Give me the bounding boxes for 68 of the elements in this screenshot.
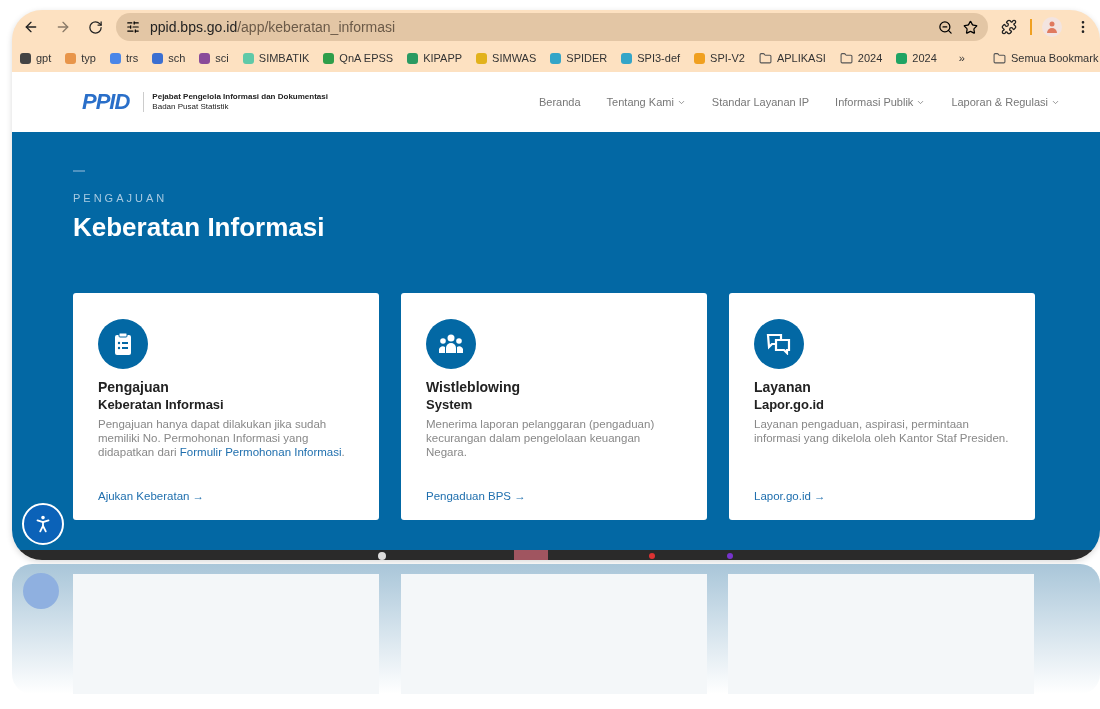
bookmark-label: SPIDER (566, 52, 608, 64)
bookmark-label: gpt (36, 52, 52, 64)
site-logo[interactable]: PPID (82, 89, 130, 115)
bookmark-label: SPI-V2 (710, 52, 745, 64)
bookmark[interactable]: APLIKASI (758, 51, 826, 65)
nav-link[interactable]: Tentang Kami (606, 96, 686, 108)
card-title: Layanan (754, 379, 812, 395)
bookmark[interactable]: KIPAPP (407, 52, 463, 64)
bookmark[interactable]: SIMWAS (476, 52, 537, 64)
nav-link[interactable]: Beranda (539, 96, 581, 108)
form-link[interactable]: Formulir Permohonan Informasi (179, 445, 342, 458)
reload-icon[interactable] (87, 19, 103, 35)
nav-link[interactable]: Informasi Publik (835, 96, 926, 108)
bookmark-label: KIPAPP (423, 52, 463, 64)
card-subtitle: System (426, 397, 474, 412)
bookmark[interactable]: gpt (20, 52, 52, 64)
bookmark-label: QnA EPSS (339, 52, 394, 64)
card-subtitle: Lapor.go.id (754, 397, 826, 412)
back-icon[interactable] (23, 19, 39, 35)
bookmark[interactable]: SPI-V2 (694, 52, 745, 64)
bookmark[interactable]: SPIDER (550, 52, 608, 64)
bookmark-label: SIMBATIK (258, 52, 310, 64)
bookmark-label: trs (126, 52, 139, 64)
more-bookmarks-button[interactable]: » (958, 52, 965, 64)
card-description: Menerima laporan pelanggaran (pengaduan) kecurangan dalam pengelolaan keuangan Negara. (426, 418, 656, 460)
nav-link[interactable]: Laporan & Regulasi (951, 96, 1060, 108)
card-title: Pengajuan (98, 379, 170, 395)
card-description: Layanan pengaduan, aspirasi, permintaan informasi yang dikelola oleh Kantor Staf Presiden. (754, 418, 1010, 446)
bookmark[interactable]: sci (199, 52, 229, 64)
bookmark[interactable]: SPI3-def (621, 52, 681, 64)
bookmark[interactable]: QnA EPSS (323, 52, 394, 64)
bookmark[interactable]: sch (152, 52, 186, 64)
section-eyebrow: PENGAJUAN (73, 192, 169, 204)
forward-icon[interactable] (55, 19, 71, 35)
page-title: Keberatan Informasi (73, 212, 326, 243)
people-icon (438, 334, 464, 354)
card-link[interactable]: Ajukan Keberatan → (98, 490, 355, 502)
zoom-icon[interactable] (938, 19, 953, 35)
bookmark-label: SPI3-def (637, 52, 681, 64)
org-name: Pejabat Pengelola Informasi dan Dokumentasi (152, 92, 328, 102)
bookmark-star-icon[interactable] (963, 19, 978, 35)
card-title: Wistleblowing (426, 379, 521, 395)
folder-icon (992, 51, 1006, 65)
bookmark-label: typ (81, 52, 96, 64)
chat-bubbles-icon (766, 333, 792, 355)
address-bar[interactable]: ppid.bps.go.id/app/keberatan_informasi (116, 13, 988, 41)
bookmark[interactable]: 2024 (839, 51, 883, 65)
bookmark-label: APLIKASI (776, 52, 826, 64)
bookmark[interactable]: trs (110, 52, 139, 64)
clipboard-icon (113, 332, 133, 356)
bookmark-label: 2024 (912, 52, 937, 64)
card-link[interactable]: Lapor.go.id → (754, 490, 1011, 502)
bookmark-label: Semua Bookmark (1010, 52, 1099, 64)
bookmark-label: SIMWAS (492, 52, 537, 64)
card-link[interactable]: Pengaduan BPS → (426, 490, 683, 502)
org-subtitle: Badan Pusat Statistik (152, 102, 230, 112)
bookmark-label: sci (215, 52, 229, 64)
card-description: Pengajuan hanya dapat dilakukan jika sudah memiliki No. Permohonan Informasi yang didapatkan dari Formulir Permohonan Informasi. (98, 418, 346, 460)
bookmark-label: sch (168, 52, 186, 64)
bookmark-label: 2024 (857, 52, 883, 64)
bookmark[interactable]: Semua Bookmark (992, 51, 1099, 65)
nav-link[interactable]: Standar Layanan IP (711, 96, 810, 108)
bookmark[interactable]: SIMBATIK (242, 52, 310, 64)
bookmark[interactable]: 2024 (896, 52, 937, 64)
extensions-icon[interactable] (1001, 19, 1017, 35)
card-subtitle: Keberatan Informasi (98, 397, 225, 412)
site-settings-icon[interactable] (126, 20, 140, 34)
bookmark[interactable]: typ (65, 52, 96, 64)
